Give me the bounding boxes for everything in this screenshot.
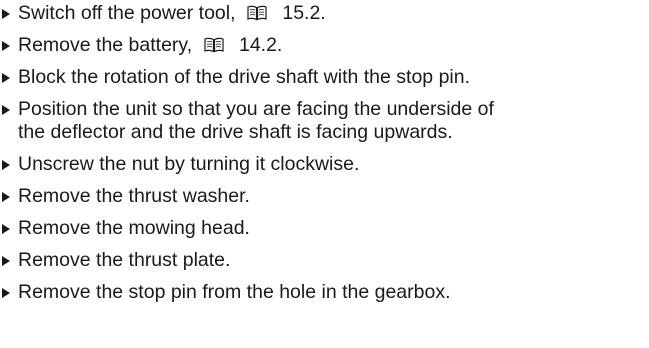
instruction-steps-list: Switch off the power tool, 15.2. Remove … — [0, 0, 649, 313]
step-switch-off: Switch off the power tool, 15.2. — [0, 2, 649, 25]
step-block-rotation: Block the rotation of the drive shaft wi… — [0, 66, 649, 89]
step-remove-mowing-head: Remove the mowing head. — [0, 217, 649, 240]
bullet-arrow-icon — [2, 160, 10, 170]
step-text-line-1: Position the unit so that you are facing… — [18, 98, 494, 120]
step-text: Switch off the power tool, — [18, 2, 236, 24]
step-remove-battery: Remove the battery, 14.2. — [0, 34, 649, 57]
bullet-arrow-icon — [2, 224, 10, 234]
book-icon — [247, 5, 267, 21]
step-position-unit: Position the unit so that you are facing… — [0, 98, 649, 144]
step-text: Unscrew the nut by turning it clockwise. — [18, 153, 360, 175]
step-text: Remove the mowing head. — [18, 217, 250, 239]
bullet-arrow-icon — [2, 105, 10, 115]
section-reference[interactable]: 14.2. — [239, 34, 282, 56]
bullet-arrow-icon — [2, 256, 10, 266]
step-text: Remove the battery, — [18, 34, 193, 56]
bullet-arrow-icon — [2, 288, 10, 298]
bullet-arrow-icon — [2, 41, 10, 51]
bullet-arrow-icon — [2, 73, 10, 83]
step-text-line-2: the deflector and the drive shaft is fac… — [18, 121, 453, 143]
step-text: Remove the stop pin from the hole in the… — [18, 281, 451, 303]
section-reference[interactable]: 15.2. — [282, 2, 325, 24]
bullet-arrow-icon — [2, 192, 10, 202]
step-text: Remove the thrust washer. — [18, 185, 250, 207]
step-remove-thrust-plate: Remove the thrust plate. — [0, 249, 649, 272]
step-text: Block the rotation of the drive shaft wi… — [18, 66, 471, 88]
bullet-arrow-icon — [2, 9, 10, 19]
step-text: Remove the thrust plate. — [18, 249, 231, 271]
step-remove-thrust-washer: Remove the thrust washer. — [0, 185, 649, 208]
step-unscrew-nut: Unscrew the nut by turning it clockwise. — [0, 153, 649, 176]
book-icon — [203, 37, 224, 53]
step-remove-stop-pin: Remove the stop pin from the hole in the… — [0, 281, 649, 304]
